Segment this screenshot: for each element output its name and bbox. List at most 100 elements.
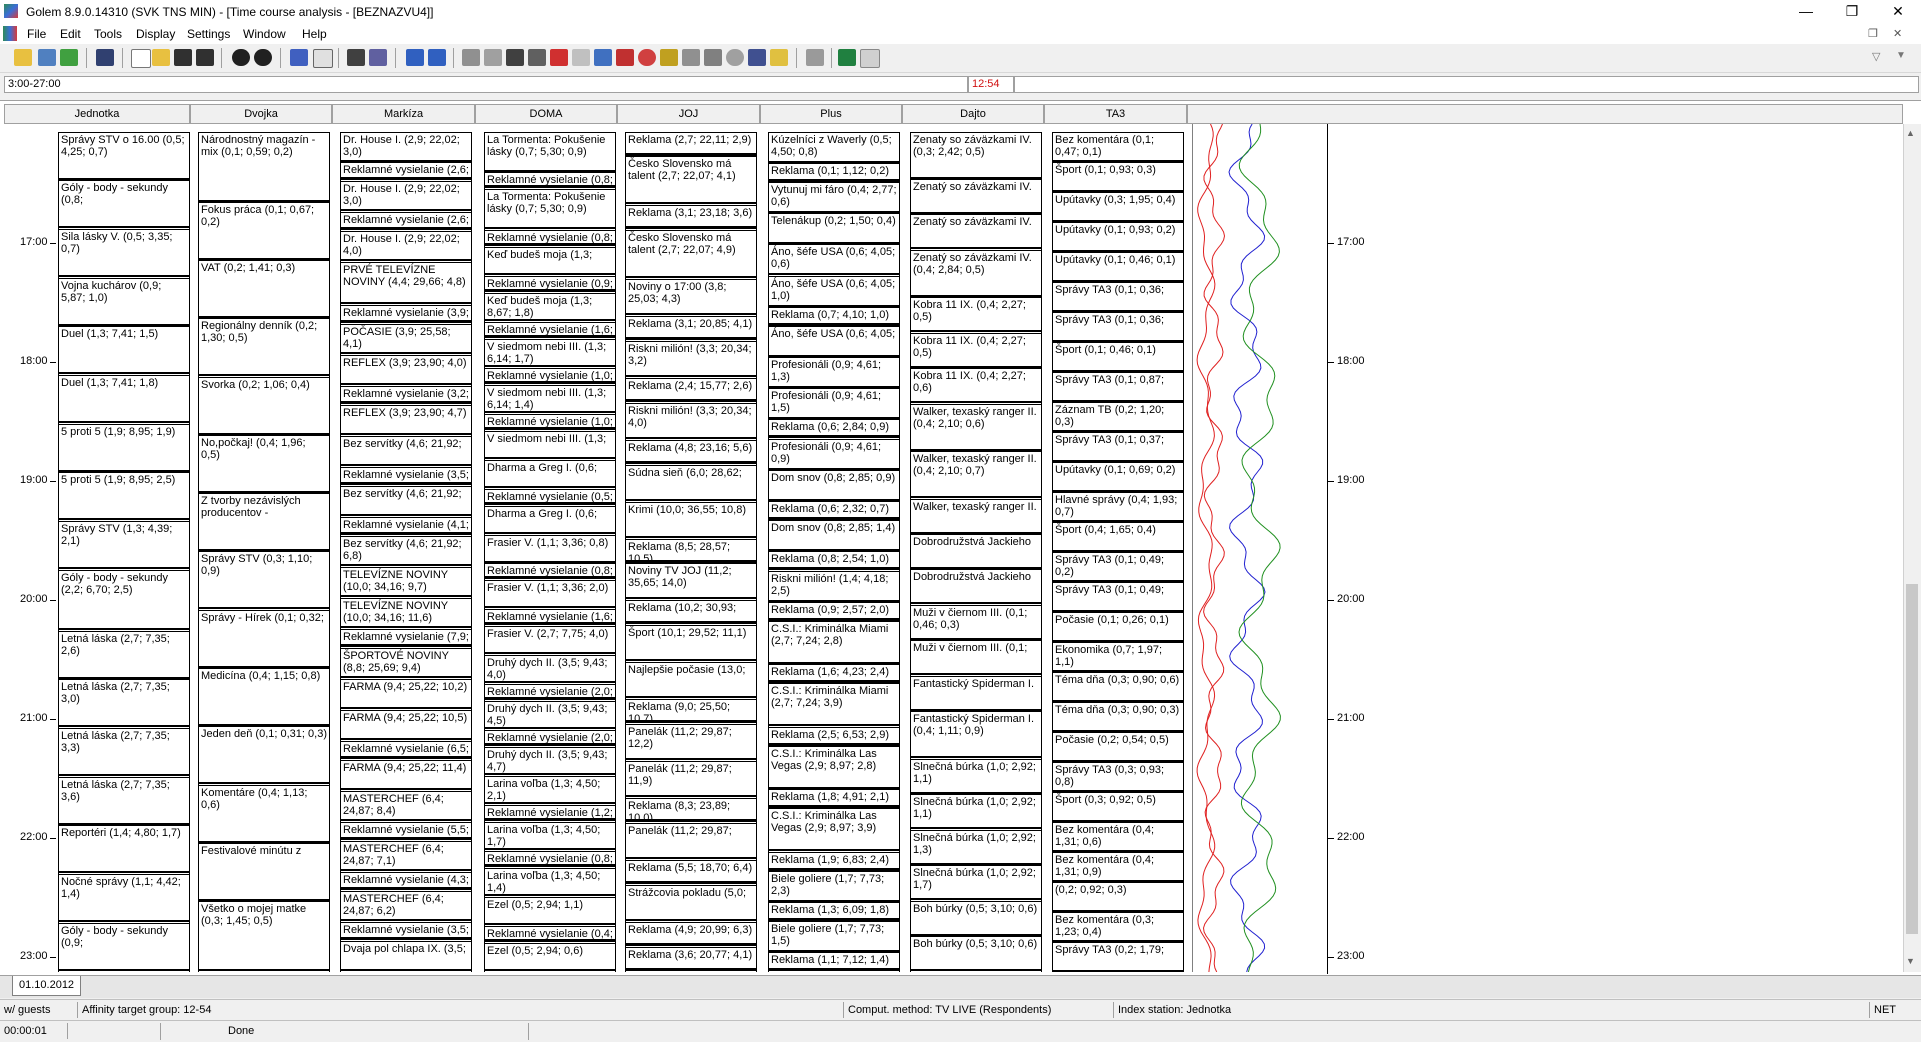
- menu-tools[interactable]: Tools: [94, 27, 122, 41]
- program-block[interactable]: FARMA (9,4; 25,22; 10,5): [341, 710, 471, 740]
- ad-break-block[interactable]: Reklamné vysielanie (0,8;: [485, 851, 615, 867]
- camera-icon[interactable]: [528, 49, 546, 66]
- header-ta3[interactable]: TA3: [1044, 104, 1187, 124]
- program-block[interactable]: C.S.I.: Kriminálka Las Vegas (2,9; 8,97;…: [769, 746, 899, 789]
- grid-icon[interactable]: [38, 49, 56, 66]
- program-block[interactable]: Panelák (11,2; 29,87; 11,9): [626, 761, 756, 797]
- program-block[interactable]: Fantastický Spiderman I.: [911, 676, 1041, 711]
- table-icon[interactable]: [347, 49, 365, 66]
- program-block[interactable]: Áno, šéfe USA (0,6; 4,05; 1,0): [769, 276, 899, 307]
- ad-break-block[interactable]: Reklama (5,5; 18,70; 6,4): [626, 860, 756, 884]
- ad-break-block[interactable]: Reklama (1,6; 4,23; 2,4): [769, 664, 899, 683]
- program-block[interactable]: Upútavky (0,1; 0,93; 0,2): [1053, 222, 1183, 252]
- program-block[interactable]: Téma dňa (0,3; 0,90; 0,3): [1053, 702, 1183, 732]
- program-block[interactable]: Dom snov (0,8; 2,85; 0,9): [769, 470, 899, 501]
- program-block[interactable]: Kúzelníci z Waverly (0,5; 4,50; 0,8): [769, 132, 899, 163]
- book-icon[interactable]: [572, 49, 590, 66]
- program-block[interactable]: Česko Slovensko má talent (2,7; 22,07; 4…: [626, 230, 756, 278]
- program-block[interactable]: Strážcovia pokladu (5,0;: [626, 885, 756, 921]
- program-block[interactable]: Zenatý so záväzkami IV.: [911, 179, 1041, 214]
- ad-break-block[interactable]: Reklamné vysielanie (7,9;: [341, 629, 471, 647]
- program-block[interactable]: Bez komentára (0,4; 1,31; 0,6): [1053, 822, 1183, 852]
- program-block[interactable]: Dr. House I. (2,9; 22,02; 3,0): [341, 181, 471, 211]
- program-block[interactable]: Druhý dych II. (3,5; 9,43; 4,0): [485, 655, 615, 683]
- cloud-icon[interactable]: [726, 49, 744, 66]
- program-block[interactable]: Riskni milión! (3,3; 20,34; 3,2): [626, 341, 756, 377]
- header-joj[interactable]: JOJ: [617, 104, 760, 124]
- ad-break-block[interactable]: Reklama (0,6; 2,32; 0,7): [769, 501, 899, 520]
- program-block[interactable]: PRVÉ TELEVÍZNE NOVINY (4,4; 29,66; 4,8): [341, 262, 471, 304]
- program-block[interactable]: Svorka (0,2; 1,06; 0,4): [199, 377, 329, 435]
- program-block[interactable]: Kobra 11 IX. (0,4; 2,27; 0,6): [911, 368, 1041, 403]
- ad-break-block[interactable]: Reklamné vysielanie (5,5;: [341, 822, 471, 840]
- header-jednotka[interactable]: Jednotka: [4, 104, 190, 124]
- sigma-icon[interactable]: [660, 49, 678, 66]
- save-icon[interactable]: [174, 49, 192, 66]
- program-block[interactable]: Česko Slovensko má talent (2,7; 22,07; 4…: [626, 156, 756, 204]
- program-block[interactable]: Druhý dych II. (3,5; 9,43; 4,7): [485, 747, 615, 775]
- time-range-field[interactable]: 3:00-27:00: [4, 76, 968, 93]
- program-block[interactable]: V siedmom nebi III. (1,3; 6,14; 1,7): [485, 339, 615, 367]
- note-icon[interactable]: [770, 49, 788, 66]
- program-block[interactable]: Larina voľba (1,3; 4,50; 1,4): [485, 868, 615, 896]
- menu-display[interactable]: Display: [136, 27, 175, 41]
- program-block[interactable]: Boh búrky (0,5; 3,10; 0,6): [911, 936, 1041, 971]
- program-block[interactable]: Šport (0,3; 0,92; 0,5): [1053, 792, 1183, 822]
- program-block[interactable]: MASTERCHEF (6,4; 24,87; 8,4): [341, 791, 471, 821]
- program-block[interactable]: C.S.I.: Kriminálka Las Vegas (2,9; 8,97;…: [769, 808, 899, 851]
- program-block[interactable]: Správy TA3 (0,1; 0,36;: [1053, 312, 1183, 342]
- program-block[interactable]: Slnečná búrka (1,0; 2,92; 1,3): [911, 830, 1041, 865]
- zoom-out-icon[interactable]: [254, 49, 272, 66]
- chart-icon[interactable]: [60, 49, 78, 66]
- ad-break-block[interactable]: Reklamné vysielanie (3,5;: [341, 922, 471, 940]
- program-block[interactable]: Zenaty so záväzkami IV. (0,3; 2,42; 0,5): [911, 132, 1041, 179]
- document-icon[interactable]: [3, 26, 17, 41]
- program-block[interactable]: Téma dňa (0,3; 0,90; 0,6): [1053, 672, 1183, 702]
- program-block[interactable]: Dr. House I. (2,9; 22,02; 3,0): [341, 132, 471, 162]
- excel-export-icon[interactable]: [838, 49, 856, 66]
- layout-icon[interactable]: [406, 49, 424, 66]
- program-block[interactable]: Komentáre (0,4; 1,13; 0,6): [199, 785, 329, 843]
- link-icon[interactable]: [682, 49, 700, 66]
- ad-break-block[interactable]: Reklama (9,0; 25,50; 10,7): [626, 699, 756, 723]
- program-block[interactable]: Zenatý so záväzkami IV. (0,4; 2,84; 0,5): [911, 250, 1041, 297]
- filter-funnel-icon[interactable]: ▽: [1872, 50, 1880, 63]
- ad-break-block[interactable]: Reklamné vysielanie (6,5;: [341, 741, 471, 759]
- program-block[interactable]: ŠPORTOVÉ NOVINY (8,8; 25,69; 9,4): [341, 648, 471, 678]
- ad-break-block[interactable]: Reklama (0,9; 2,57; 2,0): [769, 602, 899, 621]
- menu-window[interactable]: Window: [243, 27, 286, 41]
- program-block[interactable]: Letná láska (2,7; 7,35; 3,6): [59, 777, 189, 825]
- ad-break-block[interactable]: Reklama (2,5; 6,53; 2,9): [769, 727, 899, 746]
- ad-break-block[interactable]: Reklama (2,7; 22,11; 2,9): [626, 132, 756, 156]
- ad-break-block[interactable]: Reklama (0,7; 4,10; 1,0): [769, 307, 899, 326]
- program-block[interactable]: Riskni milión! (1,4; 4,18; 2,5): [769, 571, 899, 602]
- scroll-thumb[interactable]: [1906, 584, 1918, 934]
- table-grid-icon[interactable]: [369, 49, 387, 66]
- ad-break-block[interactable]: Reklama (8,3; 23,89; 10,0): [626, 798, 756, 822]
- program-block[interactable]: Telenákup (0,2; 1,50; 0,4): [769, 213, 899, 244]
- program-block[interactable]: Upútavky (0,1; 0,46; 0,1): [1053, 252, 1183, 282]
- ad-break-block[interactable]: Reklama (3,1; 20,85; 4,1): [626, 316, 756, 340]
- ad-break-block[interactable]: Reklamné vysielanie (0,9;: [485, 276, 615, 292]
- flag-icon[interactable]: [484, 49, 502, 66]
- program-block[interactable]: REFLEX (3,9; 23,90; 4,7): [341, 405, 471, 435]
- program-block[interactable]: Šport (0,1; 0,93; 0,3): [1053, 162, 1183, 192]
- program-block[interactable]: Správy STV (0,3; 1,10; 0,9): [199, 551, 329, 609]
- scroll-down-icon[interactable]: ▼: [1906, 956, 1915, 966]
- program-block[interactable]: Správy TA3 (0,1; 0,87;: [1053, 372, 1183, 402]
- program-block[interactable]: Správy TA3 (0,3; 0,93; 0,8): [1053, 762, 1183, 792]
- program-block[interactable]: Noviny TV JOJ (11,2; 35,65; 14,0): [626, 563, 756, 599]
- program-block[interactable]: Ezel (0,5; 2,94; 0,6): [485, 943, 615, 971]
- ad-break-block[interactable]: Reklamné vysielanie (2,6;: [341, 162, 471, 180]
- bag-icon[interactable]: [748, 49, 766, 66]
- program-block[interactable]: Šport (0,1; 0,46; 0,1): [1053, 342, 1183, 372]
- people-icon[interactable]: [550, 49, 568, 66]
- program-block[interactable]: Walker, texaský ranger II. (0,4; 2,10; 0…: [911, 451, 1041, 498]
- close-button[interactable]: ✕: [1875, 0, 1921, 24]
- scroll-up-icon[interactable]: ▲: [1906, 128, 1915, 138]
- program-block[interactable]: FARMA (9,4; 25,22; 10,2): [341, 679, 471, 709]
- program-block[interactable]: Fokus práca (0,1; 0,67; 0,2): [199, 202, 329, 260]
- program-block[interactable]: REFLEX (3,9; 23,90; 4,0): [341, 355, 471, 385]
- program-block[interactable]: Noviny o 17:00 (3,8; 25,03; 4,3): [626, 279, 756, 315]
- header-plus[interactable]: Plus: [760, 104, 902, 124]
